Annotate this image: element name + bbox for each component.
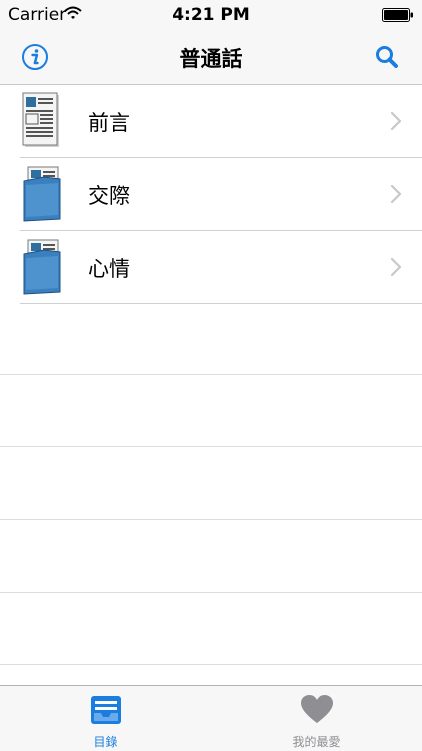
empty-row-separator <box>0 664 422 665</box>
tab-favorites[interactable]: 我的最愛 <box>211 686 422 751</box>
chevron-right-icon <box>390 257 402 277</box>
tab-bar: 目錄 我的最愛 <box>0 685 422 751</box>
status-time: 4:21 PM <box>172 5 250 25</box>
blue-folder-icon <box>23 239 61 295</box>
chevron-right-icon <box>390 184 402 204</box>
category-list: 前言 交際 心情 <box>0 85 422 304</box>
list-item-label: 交際 <box>88 184 130 208</box>
battery-icon <box>382 8 413 22</box>
search-icon[interactable] <box>372 42 402 72</box>
tab-label: 目錄 <box>93 735 118 749</box>
blue-folder-icon <box>23 166 61 222</box>
empty-row-separator <box>0 446 422 447</box>
list-item-mood[interactable]: 心情 <box>20 231 422 304</box>
chevron-right-icon <box>390 111 402 131</box>
list-item-label: 前言 <box>88 111 130 135</box>
list-item-social[interactable]: 交際 <box>20 158 422 231</box>
status-bar: Carrier 4:21 PM <box>0 0 422 30</box>
page-title: 普通話 <box>179 47 243 71</box>
list-item-label: 心情 <box>88 257 130 281</box>
navigation-bar: 普通話 <box>0 30 422 85</box>
heart-icon <box>301 695 333 723</box>
document-icon <box>22 92 59 147</box>
empty-row-separator <box>0 519 422 520</box>
list-item-preface[interactable]: 前言 <box>20 85 422 158</box>
empty-row-separator <box>0 592 422 593</box>
tray-icon <box>91 696 121 724</box>
empty-row-separator <box>0 374 422 375</box>
tab-catalog[interactable]: 目錄 <box>0 686 211 751</box>
tab-label: 我的最愛 <box>292 735 341 749</box>
